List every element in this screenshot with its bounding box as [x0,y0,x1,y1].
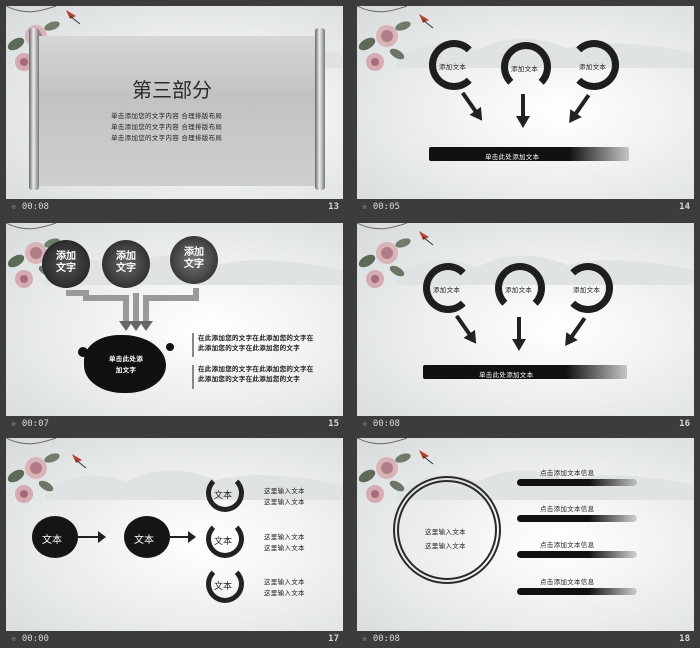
arrow-down-icon [516,94,530,128]
body-line: 单击添加您的文字内容 合理排版布局 [111,112,223,120]
slide-number: 14 [679,202,690,212]
slide-thumb-14[interactable]: 添加文本 添加文本 添加文本 单击此处添加文本 ☆ 00:05 14 [357,6,694,216]
slide-canvas: 第三部分 单击添加您的文字内容 合理排版布局 单击添加您的文字内容 合理排版布局… [6,6,343,199]
circle-label: 添加文本 [573,286,601,294]
ring-line: 这里输入文本 [425,542,466,550]
arrow-down-icon [512,317,526,351]
bar-caption: 点击添加文本信息 [540,541,595,549]
bar-label: 单击此处添加文本 [479,371,534,379]
divider-bar [192,365,194,389]
peony-decor [6,438,62,504]
scroll-rod-left [29,28,39,190]
arrow-down-icon [563,92,595,128]
ink-stroke-bar [517,515,637,522]
timing-label: ☆ 00:00 [11,634,49,644]
ink-stroke-bar [517,479,637,486]
item-text: 这里输入文本 [264,533,305,541]
slide-meta: ☆ 00:08 18 [357,631,694,648]
timing-label: ☆ 00:05 [362,202,400,212]
item-text: 这里输入文本 [264,544,305,552]
paragraph: 在此添加您的文字在此添加您的文字在此添加您的文字在此添加您的文字 [198,334,314,352]
slide-number: 17 [328,634,339,644]
bar-caption: 点击添加文本信息 [540,469,595,477]
slide-number: 18 [679,634,690,644]
arrow-down-icon [456,92,488,125]
circle-label: 添加文本 [433,286,461,294]
timing-label: ☆ 00:08 [362,634,400,644]
slide-canvas: 添加文本 添加文本 添加文本 单击此处添加文本 [357,223,694,416]
connector-lines [66,288,199,331]
slide-number: 16 [679,419,690,429]
body-line: 单击添加您的文字内容 合理排版布局 [111,134,223,142]
bird-decor [419,450,434,465]
bird-decor [66,10,81,25]
arrow-down-icon [450,315,482,348]
slide-thumb-18[interactable]: 这里输入文本 这里输入文本 点击添加文本信息 点击添加文本信息 点击添加文本信息… [357,438,694,648]
ring-label: 文本 [214,537,233,547]
peony-decor [357,223,413,289]
bar-caption: 点击添加文本信息 [540,578,595,586]
bar-label: 单击此处添加文本 [485,153,540,161]
divider-bar [192,333,194,357]
circle-label: 添加文本 [579,63,607,71]
timing-label: ☆ 00:07 [11,419,49,429]
bird-decor [72,454,87,469]
circle-label: 添加文本 [511,65,539,73]
arrow-right-icon [168,531,196,543]
bird-decor [419,231,434,246]
slide-title: 第三部分 [132,78,212,102]
slide-canvas: 文本 文本 文本 文本 文本 这里输入文本 这里输入文本 这里输入文本 这里输入… [6,438,343,631]
arrow-down-icon [559,315,591,351]
slide-canvas: 添加文字 添加文字 添加文字 单击此处添加文字 在此添加您的文字在此添加您的文字… [6,223,343,416]
body-line: 单击添加您的文字内容 合理排版布局 [111,123,223,131]
item-text: 这里输入文本 [264,578,305,586]
slide-thumb-15[interactable]: 添加文字 添加文字 添加文字 单击此处添加文字 在此添加您的文字在此添加您的文字… [6,223,343,433]
ink-stroke-bar [517,588,637,595]
ring-line: 这里输入文本 [425,528,466,536]
item-text: 这里输入文本 [264,487,305,495]
ink-drop [78,347,88,357]
circle-label: 添加文本 [505,286,533,294]
peony-decor [357,6,413,72]
ring-label: 文本 [214,491,233,501]
bar-caption: 点击添加文本信息 [540,505,595,513]
slide-canvas: 这里输入文本 这里输入文本 点击添加文本信息 点击添加文本信息 点击添加文本信息… [357,438,694,631]
paragraph: 在此添加您的文字在此添加您的文字在此添加您的文字在此添加您的文字 [198,365,314,383]
slide-number: 15 [328,419,339,429]
slide-meta: ☆ 00:08 13 [6,199,343,216]
slide-meta: ☆ 00:05 14 [357,199,694,216]
slide-meta: ☆ 00:00 17 [6,631,343,648]
slide-thumb-16[interactable]: 添加文本 添加文本 添加文本 单击此处添加文本 ☆ 00:08 16 [357,223,694,433]
slide-meta: ☆ 00:08 16 [357,416,694,433]
circle-label: 添加文字 [184,247,204,270]
slide-thumb-13[interactable]: 第三部分 单击添加您的文字内容 合理排版布局 单击添加您的文字内容 合理排版布局… [6,6,343,216]
timing-label: ☆ 00:08 [11,202,49,212]
circle-label: 添加文字 [56,251,76,274]
ink-drop [166,343,174,351]
circle-label: 添加文本 [439,63,467,71]
item-text: 这里输入文本 [264,498,305,506]
timing-label: ☆ 00:08 [362,419,400,429]
slide-thumb-17[interactable]: 文本 文本 文本 文本 文本 这里输入文本 这里输入文本 这里输入文本 这里输入… [6,438,343,648]
slide-canvas: 添加文本 添加文本 添加文本 单击此处添加文本 [357,6,694,199]
item-text: 这里输入文本 [264,589,305,597]
arrow-right-icon [78,531,106,543]
blob-label: 文本 [42,535,62,546]
ring-label: 文本 [214,582,233,592]
bird-decor [419,14,434,29]
ink-stroke-bar [517,551,637,558]
slide-meta: ☆ 00:07 15 [6,416,343,433]
splash-label: 单击此处添加文字 [109,355,143,374]
scroll-rod-right [315,28,325,190]
slide-number: 13 [328,202,339,212]
circle-label: 添加文字 [116,251,136,274]
blob-label: 文本 [134,535,154,546]
